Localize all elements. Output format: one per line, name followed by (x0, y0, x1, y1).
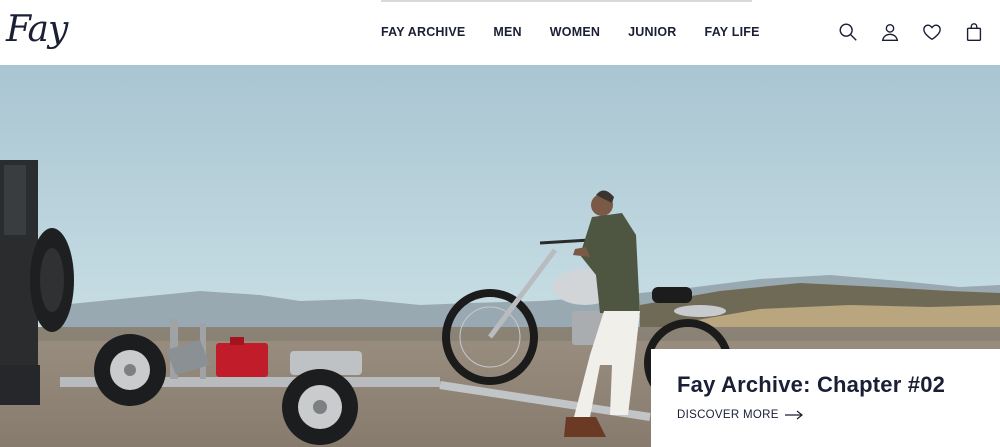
nav-item-fay-archive[interactable]: FAY ARCHIVE (381, 22, 465, 42)
site-header: Fay FAY ARCHIVE MEN WOMEN JUNIOR FAY LIF… (0, 0, 1000, 65)
wishlist-heart-icon[interactable] (920, 20, 944, 44)
logo-text[interactable]: Fay (6, 9, 68, 50)
nav-item-women[interactable]: WOMEN (550, 22, 600, 42)
nav-divider (381, 0, 752, 2)
hero-card: Fay Archive: Chapter #02 DISCOVER MORE (651, 349, 1000, 447)
header-actions (818, 20, 986, 44)
search-icon[interactable] (836, 20, 860, 44)
arrow-right-icon (784, 410, 803, 420)
main-nav: FAY ARCHIVE MEN WOMEN JUNIOR FAY LIFE (381, 22, 760, 42)
discover-more-label[interactable]: DISCOVER MORE (677, 409, 779, 421)
nav-item-junior[interactable]: JUNIOR (628, 22, 676, 42)
nav-item-men[interactable]: MEN (493, 22, 521, 42)
shopping-bag-icon[interactable] (962, 20, 986, 44)
hero-title: Fay Archive: Chapter #02 (677, 372, 946, 397)
nav-item-fay-life[interactable]: FAY LIFE (705, 22, 760, 42)
fay-logo[interactable]: Fay (6, 4, 76, 56)
discover-more-link[interactable]: DISCOVER MORE (677, 409, 974, 421)
account-icon[interactable] (878, 20, 902, 44)
